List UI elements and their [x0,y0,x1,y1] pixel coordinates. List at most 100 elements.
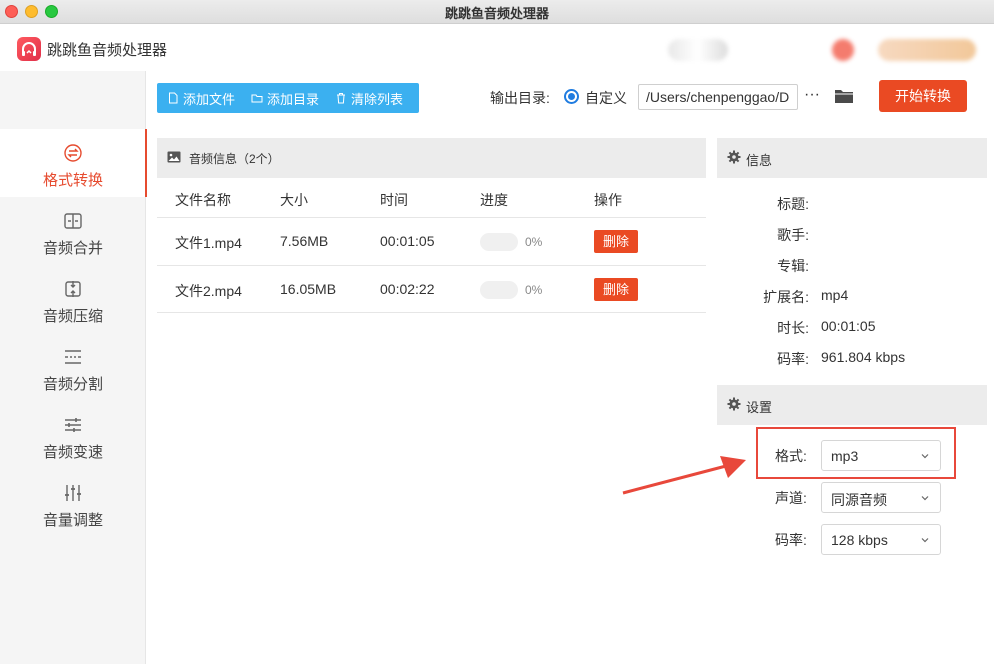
sidebar-item-audio-merge[interactable]: 音频合并 [0,197,146,265]
column-header-time: 时间 [380,192,408,208]
table-row[interactable]: 文件1.mp4 7.56MB 00:01:05 0% 删除 [157,217,706,265]
bitrate-label: 码率: [775,532,807,548]
info-field-artist: 歌手: [717,225,987,247]
info-field-title: 标题: [717,194,987,216]
info-label: 码率: [777,351,809,367]
progress-percent: 0% [525,283,543,297]
split-icon [65,350,81,364]
file-duration: 00:02:22 [380,281,435,297]
settings-title: 设置 [746,400,773,415]
info-title: 信息 [746,153,773,168]
info-label: 扩展名: [763,289,809,305]
bitrate-value: 128 kbps [831,532,888,548]
audio-list-title: 音频信息（2个） [189,152,280,166]
window-title: 跳跳鱼音频处理器 [444,6,549,21]
add-file-button[interactable]: 添加文件 [157,83,241,113]
file-size: 7.56MB [280,233,329,249]
file-duration: 00:01:05 [380,233,435,249]
info-field-album: 专辑: [717,256,987,278]
sidebar-item-label: 音频合并 [42,240,103,257]
bitrate-select[interactable]: 128 kbps [821,524,941,555]
clear-list-label: 清除列表 [351,91,404,107]
channel-label: 声道: [775,490,807,506]
sidebar-item-label: 音频变速 [42,444,103,461]
progress-bar [480,281,518,299]
table-row[interactable]: 文件2.mp4 16.05MB 00:02:22 0% 删除 [157,265,706,313]
progress-percent: 0% [525,235,543,249]
image-icon [167,151,181,163]
open-folder-icon[interactable] [834,87,854,105]
info-field-bitrate: 码率: 961.804 kbps [717,349,987,371]
details-panel: 信息 标题: 歌手: 专辑: 扩展名: mp4 时长: 00:01:05 码率:… [717,138,987,664]
merge-icon [64,213,82,229]
info-header: 信息 [717,138,987,178]
audio-file-table: 文件名称 大小 时间 进度 操作 文件1.mp4 7.56MB 00:01:05… [157,178,706,664]
gear-icon [727,150,741,164]
annotation-arrow-icon [622,456,746,495]
column-header-action: 操作 [594,192,622,208]
custom-output-label[interactable]: 自定义 [585,88,627,108]
clear-list-button[interactable]: 清除列表 [325,83,409,113]
app-name: 跳跳鱼音频处理器 [47,42,168,59]
file-toolbar: 添加文件 添加目录 清除列表 [157,83,419,113]
blurred-vip-button[interactable] [878,39,976,61]
speed-icon [65,418,81,432]
channel-value: 同源音频 [831,492,887,508]
sidebar-item-label: 音频压缩 [42,308,103,325]
sidebar-item-audio-compress[interactable]: 音频压缩 [0,265,146,333]
column-header-size: 大小 [280,192,308,208]
more-options-button[interactable]: ··· [804,86,820,104]
column-header-name: 文件名称 [175,192,231,208]
trash-icon [337,93,346,104]
folder-icon [251,94,263,103]
sidebar-item-format-convert[interactable]: 格式转换 [0,129,147,197]
sidebar-item-label: 音频分割 [42,376,103,393]
sidebar-item-label: 格式转换 [42,172,103,189]
info-label: 时长: [777,320,809,336]
compress-icon [65,281,81,297]
add-file-label: 添加文件 [183,91,236,107]
file-name: 文件2.mp4 [175,283,242,299]
file-name: 文件1.mp4 [175,235,242,251]
progress-bar [480,233,518,251]
info-label: 歌手: [777,227,809,243]
output-path-field[interactable]: /Users/chenpenggao/D [638,84,798,110]
start-convert-button[interactable]: 开始转换 [879,80,967,112]
gear-icon [727,397,741,411]
sidebar-item-audio-split[interactable]: 音频分割 [0,333,146,401]
file-icon [169,92,178,104]
info-field-extension: 扩展名: mp4 [717,287,987,309]
sidebar-item-label: 音量调整 [42,512,103,529]
audio-list-header: 音频信息（2个） [157,138,706,178]
sidebar-item-audio-speed[interactable]: 音频变速 [0,401,146,469]
headphones-icon [22,42,36,56]
delete-button[interactable]: 删除 [594,230,638,253]
app-header: 跳跳鱼音频处理器 [0,25,994,71]
info-value: 961.804 kbps [821,349,906,365]
volume-icon [65,485,81,501]
annotation-highlight-box [756,427,956,479]
column-header-progress: 进度 [480,192,508,208]
custom-output-radio[interactable] [564,89,579,104]
info-value: 00:01:05 [821,318,876,334]
info-label: 专辑: [777,258,809,274]
info-value: mp4 [821,287,849,303]
sidebar: 格式转换 音频合并 音频压缩 音频分割 音频变速 音量调整 [0,71,147,664]
output-directory-label: 输出目录: [490,90,550,106]
add-directory-button[interactable]: 添加目录 [241,83,325,113]
sidebar-item-volume-adjust[interactable]: 音量调整 [0,469,146,537]
info-label: 标题: [777,196,809,212]
add-directory-label: 添加目录 [267,91,320,107]
file-size: 16.05MB [280,281,337,297]
blurred-header-item [668,39,728,61]
chevron-down-icon [921,496,929,501]
chevron-down-icon [921,538,929,543]
app-logo [17,37,41,61]
channel-select[interactable]: 同源音频 [821,482,941,513]
blurred-badge [832,39,854,61]
info-field-duration: 时长: 00:01:05 [717,318,987,340]
window-titlebar: 跳跳鱼音频处理器 [0,0,994,24]
delete-button[interactable]: 删除 [594,278,638,301]
settings-header: 设置 [717,385,987,425]
convert-icon [64,144,82,162]
